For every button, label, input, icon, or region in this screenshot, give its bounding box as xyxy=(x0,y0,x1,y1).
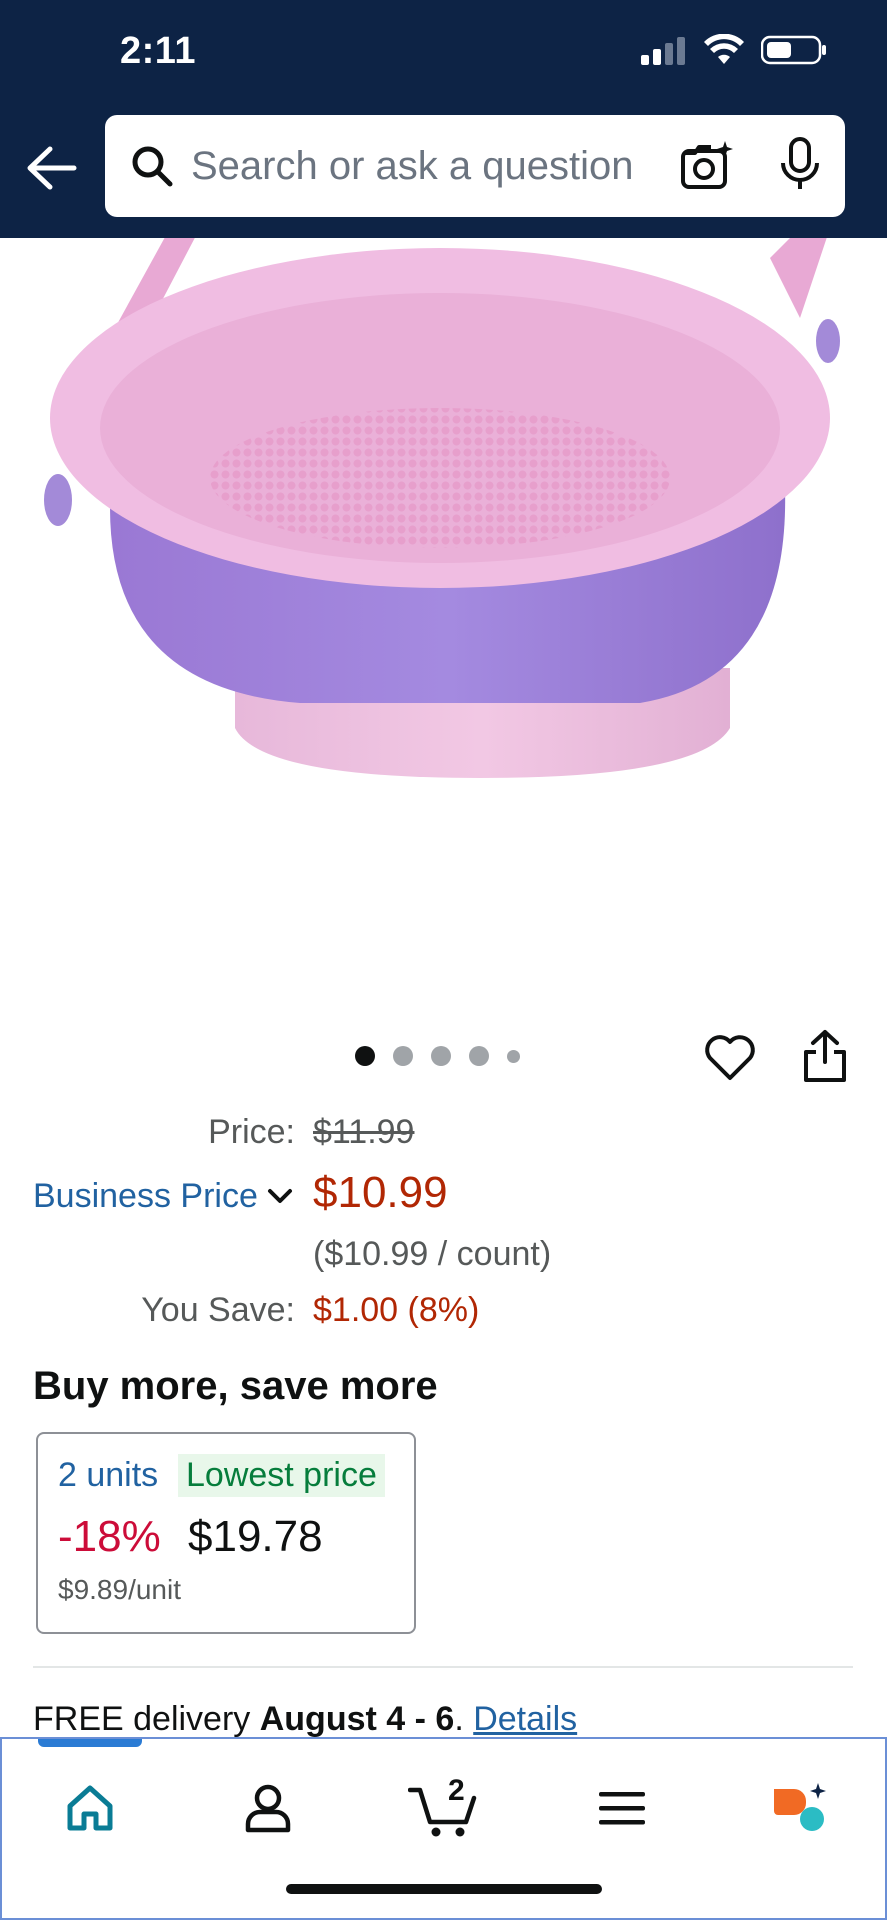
carousel-dot[interactable] xyxy=(431,1046,451,1066)
collapsible-brush-cleaning-bowl-image xyxy=(44,238,840,778)
you-save-label: You Save: xyxy=(141,1291,295,1329)
top-header: 2:11 xyxy=(0,0,887,238)
camera-search-icon[interactable] xyxy=(679,137,735,193)
home-indicator xyxy=(286,1884,602,1894)
search-icon xyxy=(132,146,173,187)
bulk-per-unit: $9.89/unit xyxy=(58,1574,181,1605)
back-button[interactable] xyxy=(22,138,82,198)
delivery-prefix: FREE delivery xyxy=(33,1700,251,1738)
lowest-price-badge: Lowest price xyxy=(178,1454,385,1497)
share-icon[interactable] xyxy=(800,1028,850,1084)
carousel-dot[interactable] xyxy=(469,1046,489,1066)
nav-rufus-assistant[interactable] xyxy=(765,1773,835,1843)
cart-icon: 2 xyxy=(408,1776,477,1837)
business-price-label: Business Price xyxy=(33,1177,258,1215)
delivery-dates: August 4 - 6 xyxy=(259,1700,455,1738)
menu-icon xyxy=(599,1792,645,1825)
divider xyxy=(33,1666,853,1668)
bulk-offer-card[interactable]: 2 units Lowest price -18% $19.78 $9.89/u… xyxy=(36,1432,416,1634)
wifi-icon xyxy=(704,34,744,64)
business-price-toggle[interactable]: Business Price xyxy=(33,1177,294,1216)
nav-account[interactable] xyxy=(233,1773,303,1843)
chevron-down-icon xyxy=(267,1188,292,1203)
status-icons xyxy=(641,34,827,66)
you-save-value: $1.00 (8%) xyxy=(313,1291,480,1329)
rufus-assistant-icon xyxy=(774,1783,826,1831)
user-icon xyxy=(245,1784,291,1833)
bulk-discount: -18% xyxy=(58,1512,161,1561)
microphone-icon[interactable] xyxy=(775,135,825,195)
back-arrow-icon xyxy=(27,146,77,190)
home-icon xyxy=(67,1785,113,1831)
image-carousel-dots[interactable] xyxy=(355,1046,520,1066)
nav-cart[interactable]: 2 xyxy=(407,1773,483,1843)
signal-icon xyxy=(641,37,685,65)
active-tab-indicator xyxy=(38,1739,142,1747)
bulk-price: $19.78 xyxy=(188,1512,323,1561)
sale-price: $10.99 xyxy=(313,1168,448,1217)
product-image[interactable] xyxy=(0,238,887,1018)
price-label: Price: xyxy=(208,1113,295,1151)
wishlist-heart-icon[interactable] xyxy=(703,1030,757,1084)
carousel-dot[interactable] xyxy=(507,1049,520,1063)
status-time: 2:11 xyxy=(120,30,196,72)
nav-home[interactable] xyxy=(55,1773,125,1843)
unit-price: ($10.99 / count) xyxy=(313,1235,552,1273)
battery-icon xyxy=(761,35,826,65)
delivery-details-link[interactable]: Details xyxy=(473,1700,577,1738)
buy-more-title: Buy more, save more xyxy=(33,1364,438,1408)
search-input[interactable] xyxy=(191,143,651,189)
delivery-info: FREE delivery August 4 - 6. Details xyxy=(33,1700,577,1739)
cart-count: 2 xyxy=(448,1776,465,1807)
list-price: $11.99 xyxy=(313,1113,415,1151)
search-bar[interactable] xyxy=(105,115,845,217)
nav-menu[interactable] xyxy=(587,1773,657,1843)
bulk-units: 2 units xyxy=(58,1456,159,1494)
delivery-suffix: . xyxy=(454,1700,474,1738)
carousel-dot[interactable] xyxy=(393,1046,413,1066)
carousel-dot[interactable] xyxy=(355,1046,375,1066)
